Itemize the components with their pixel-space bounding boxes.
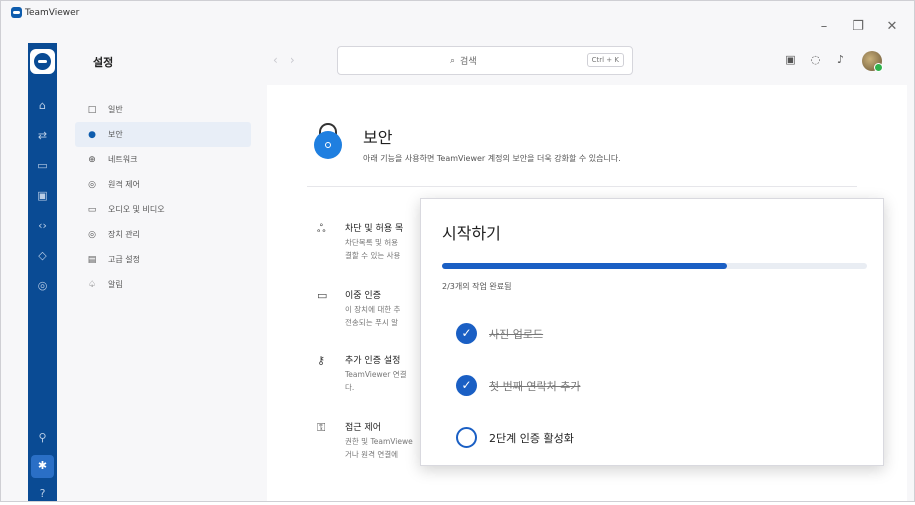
avatar[interactable] bbox=[862, 51, 883, 72]
home-icon[interactable]: ⌂ bbox=[28, 95, 57, 117]
search-placeholder: ⌕ 검색 bbox=[450, 54, 477, 68]
nav-item-label: 네트워크 bbox=[108, 155, 138, 164]
app-title-text: TeamViewer bbox=[25, 7, 80, 18]
task-upload-photo[interactable]: ✓ 사진 업로드 bbox=[456, 323, 543, 344]
nav-item-label: 오디오 및 비디오 bbox=[108, 205, 165, 214]
settings-nav-item-advanced[interactable]: ▤ 고급 설정 bbox=[75, 247, 251, 272]
bell-icon: ♤ bbox=[87, 279, 97, 290]
feature-description: 이 장치에 대한 추 전송되는 푸시 알 bbox=[345, 305, 401, 327]
diamond-icon[interactable]: ◇ bbox=[28, 245, 57, 267]
feature-title: 접근 제어 bbox=[345, 423, 381, 433]
settings-nav-item-audio-video[interactable]: ▭ 오디오 및 비디오 bbox=[75, 197, 251, 222]
target-icon[interactable]: ◎ bbox=[28, 275, 57, 297]
search-input[interactable]: ⌕ 검색 Ctrl + K bbox=[337, 46, 633, 75]
feature-description: 권한 및 TeamViewe 거나 원격 연결에 bbox=[345, 437, 413, 459]
task-enable-2fa[interactable]: 2단계 인증 활성화 bbox=[456, 427, 574, 448]
divider bbox=[307, 186, 857, 187]
nav-item-label: 장치 관리 bbox=[108, 230, 140, 239]
settings-nav-item-device-management[interactable]: ◎ 장치 관리 bbox=[75, 222, 251, 247]
forward-button[interactable]: › bbox=[290, 53, 307, 67]
get-started-panel: 시작하기 2/3개의 작업 완료됨 ✓ 사진 업로드 ✓ 첫 번째 연락처 추가… bbox=[420, 198, 884, 466]
get-started-title: 시작하기 bbox=[442, 224, 501, 243]
settings-nav-item-remote-control[interactable]: ◎ 원격 제어 bbox=[75, 172, 251, 197]
task-label: 2단계 인증 활성화 bbox=[489, 431, 574, 445]
remote-control-icon: ◎ bbox=[88, 179, 96, 190]
close-button[interactable]: ✕ bbox=[886, 19, 898, 34]
monitor-icon: □ bbox=[87, 104, 97, 115]
task-add-contact[interactable]: ✓ 첫 번째 연락처 추가 bbox=[456, 375, 580, 396]
globe-icon: ⊕ bbox=[88, 154, 96, 165]
check-circle-icon: ✓ bbox=[456, 375, 477, 396]
feature-title: 차단 및 허용 목 bbox=[345, 224, 404, 234]
nav-item-label: 원격 제어 bbox=[108, 180, 140, 189]
code-icon[interactable]: ‹› bbox=[28, 215, 57, 237]
key-icon: ⚷ bbox=[317, 354, 326, 367]
settings-nav-item-security[interactable]: ● 보안 bbox=[75, 122, 251, 147]
nav-item-label: 알림 bbox=[108, 280, 123, 289]
nav-arrows: ‹› bbox=[273, 53, 307, 67]
task-label: 사진 업로드 bbox=[489, 327, 544, 341]
transfer-icon[interactable]: ⇄ bbox=[28, 125, 57, 147]
progress-text: 2/3개의 작업 완료됨 bbox=[442, 282, 512, 291]
devices-icon[interactable]: ▣ bbox=[28, 185, 57, 207]
shield-icon: ● bbox=[88, 129, 96, 140]
settings-nav: □ 일반 ● 보안 ⊕ 네트워크 ◎ 원격 제어 ▭ 오디오 및 비디오 ◎ 장… bbox=[75, 97, 251, 297]
back-button[interactable]: ‹ bbox=[273, 53, 290, 67]
task-label: 첫 번째 연락처 추가 bbox=[489, 379, 581, 393]
check-circle-icon: ✓ bbox=[456, 323, 477, 344]
left-rail: ⌂ ⇄ ▭ ▣ ‹› ◇ ◎ ⚲ ✱ ? bbox=[28, 43, 57, 501]
progress-bar-fill bbox=[442, 263, 727, 269]
teamviewer-window: TeamViewer – ❐ ✕ ⌂ ⇄ ▭ ▣ ‹› ◇ ◎ ⚲ ✱ ? 설정… bbox=[0, 0, 915, 502]
search-icon: ⌕ bbox=[450, 55, 456, 66]
section-title: 보안 bbox=[363, 128, 393, 147]
chat-icon[interactable]: ◌ bbox=[809, 53, 822, 66]
title-bar: TeamViewer – ❐ ✕ bbox=[1, 1, 914, 43]
minimize-button[interactable]: – bbox=[818, 19, 830, 34]
screen-icon: ▭ bbox=[317, 289, 328, 302]
restore-button[interactable]: ❐ bbox=[852, 19, 864, 34]
feature-title: 추가 인증 설정 bbox=[345, 356, 401, 366]
camera-icon: ▭ bbox=[87, 204, 97, 215]
nav-item-label: 보안 bbox=[108, 130, 123, 139]
settings-nav-item-network[interactable]: ⊕ 네트워크 bbox=[75, 147, 251, 172]
page-title: 설정 bbox=[93, 56, 114, 69]
notification-bell-icon[interactable]: ♪ bbox=[834, 53, 847, 66]
settings-nav-item-notifications[interactable]: ♤ 알림 bbox=[75, 272, 251, 297]
advanced-settings-icon: ▤ bbox=[87, 254, 97, 265]
remote-icon[interactable]: ▭ bbox=[28, 155, 57, 177]
search-shortcut-badge: Ctrl + K bbox=[586, 53, 624, 67]
header-icons: ▣ ◌ ♪ bbox=[784, 53, 847, 66]
app-title: TeamViewer bbox=[11, 7, 79, 18]
feature-description: TeamViewer 연결 다. bbox=[345, 370, 407, 392]
settings-icon[interactable]: ✱ bbox=[31, 455, 54, 478]
teamviewer-logo-icon bbox=[11, 7, 22, 18]
section-description: 아래 기능을 사용하면 TeamViewer 계정의 보안을 더욱 강화할 수 … bbox=[363, 154, 621, 163]
empty-circle-icon bbox=[456, 427, 477, 448]
teamviewer-logo-icon[interactable] bbox=[30, 49, 55, 74]
users-icon: ஃ bbox=[317, 222, 326, 235]
lock-icon bbox=[314, 123, 346, 159]
device-management-icon: ◎ bbox=[88, 229, 96, 240]
nav-item-label: 고급 설정 bbox=[108, 255, 140, 264]
window-controls: – ❐ ✕ bbox=[818, 19, 898, 34]
nav-item-label: 일반 bbox=[108, 105, 123, 114]
progress-bar bbox=[442, 263, 867, 269]
search-placeholder-text: 검색 bbox=[460, 57, 477, 67]
feature-description: 차단목록 및 허용 결할 수 있는 사용 bbox=[345, 238, 401, 260]
settings-nav-item-general[interactable]: □ 일반 bbox=[75, 97, 251, 122]
lock-icon: ⚿ bbox=[317, 421, 326, 434]
share-icon[interactable]: ⚲ bbox=[28, 427, 57, 449]
contacts-icon[interactable]: ▣ bbox=[784, 53, 797, 66]
feature-title: 이중 인증 bbox=[345, 291, 381, 301]
